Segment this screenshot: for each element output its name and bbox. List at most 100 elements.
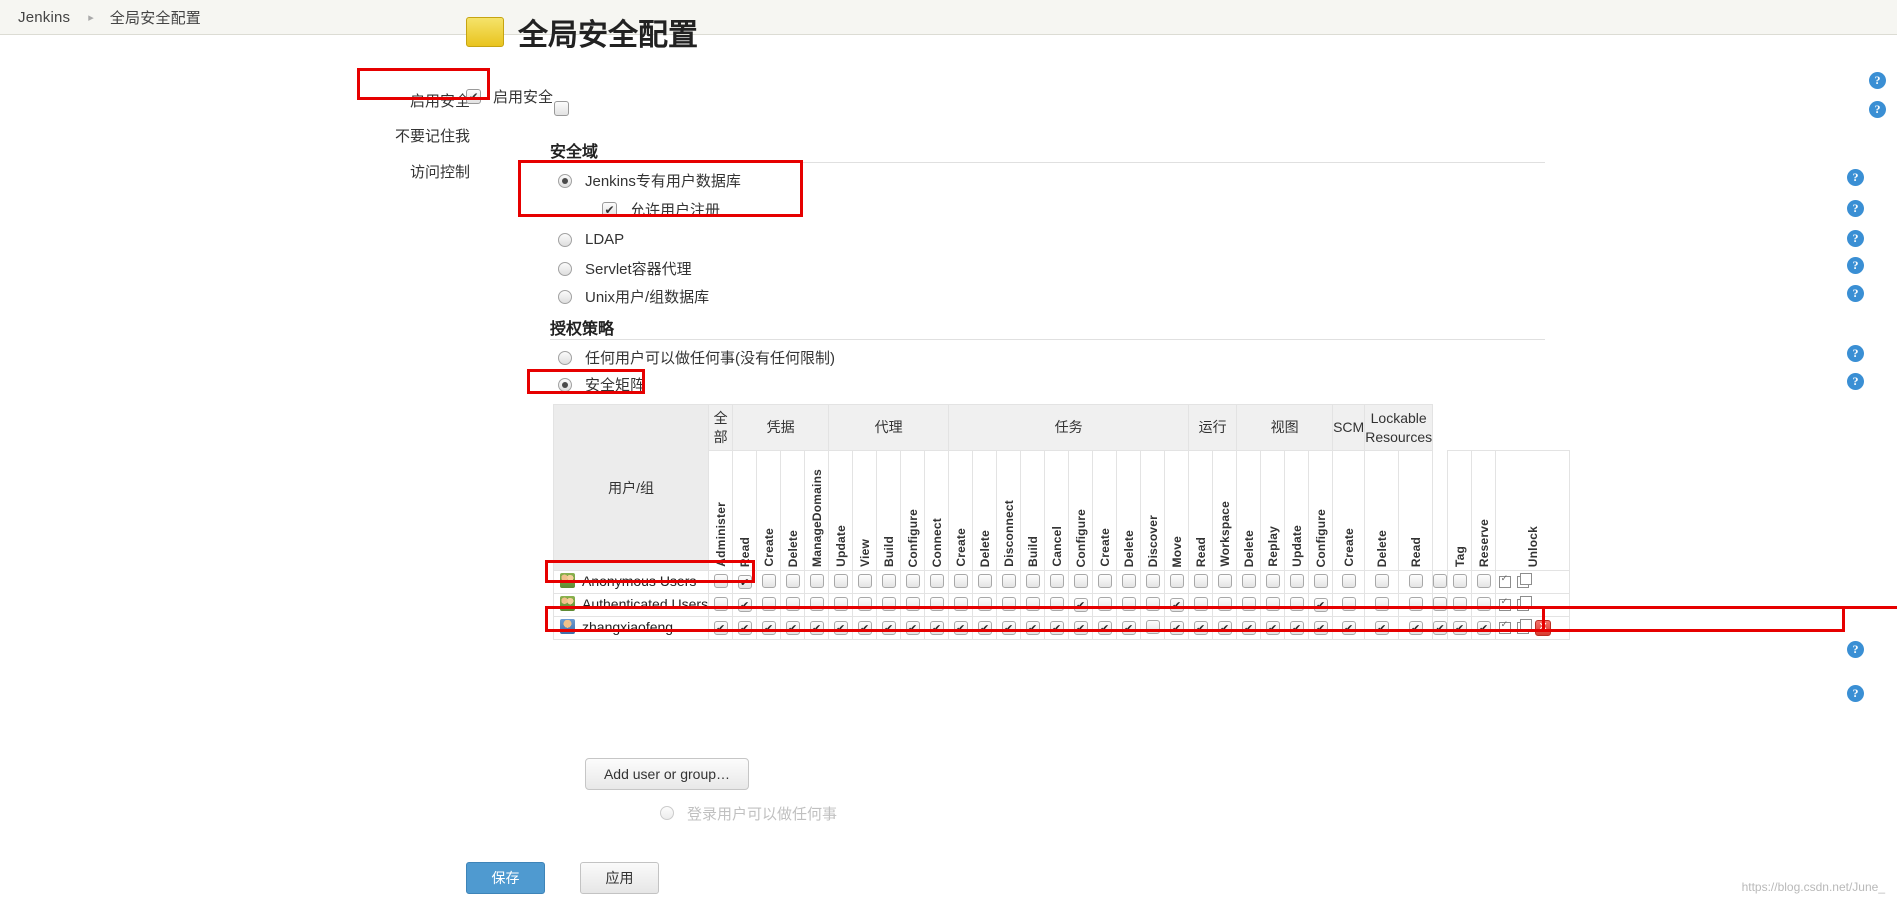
security-realm-option-ldap[interactable]: LDAP — [558, 231, 624, 248]
matrix-cell-1-24[interactable] — [1284, 593, 1310, 617]
do-not-remember-me-checkbox[interactable] — [554, 101, 569, 116]
matrix-checkbox[interactable] — [713, 596, 728, 611]
matrix-cell-0-30[interactable] — [1447, 570, 1473, 594]
authorization-option-logged-in[interactable]: 登录用户可以做任何事 — [660, 805, 837, 821]
matrix-checkbox[interactable] — [1097, 573, 1112, 588]
matrix-cell-0-12[interactable] — [996, 570, 1022, 594]
matrix-cell-0-17[interactable] — [1116, 570, 1142, 594]
matrix-checkbox[interactable] — [1001, 573, 1016, 588]
matrix-checkbox[interactable] — [1193, 596, 1208, 611]
matrix-cell-0-7[interactable] — [876, 570, 902, 594]
matrix-cell-2-21[interactable] — [1212, 616, 1238, 640]
matrix-checkbox[interactable] — [1408, 621, 1423, 636]
matrix-checkbox[interactable] — [1289, 621, 1304, 636]
matrix-cell-2-13[interactable] — [1020, 616, 1046, 640]
matrix-checkbox[interactable] — [785, 596, 800, 611]
matrix-cell-0-27[interactable] — [1364, 570, 1400, 594]
matrix-checkbox[interactable] — [1476, 573, 1491, 588]
matrix-cell-1-8[interactable] — [900, 593, 926, 617]
matrix-checkbox[interactable] — [1433, 573, 1448, 588]
matrix-cell-0-23[interactable] — [1260, 570, 1286, 594]
authorization-option-matrix[interactable]: 安全矩阵 — [558, 374, 645, 395]
matrix-cell-2-19[interactable] — [1164, 616, 1190, 640]
help-icon-4[interactable]: ? — [1847, 200, 1864, 217]
matrix-checkbox[interactable] — [1025, 573, 1040, 588]
help-icon-5[interactable]: ? — [1847, 230, 1864, 247]
check-all-icon[interactable] — [1499, 597, 1514, 612]
radio-unix-user-database[interactable] — [558, 289, 572, 304]
matrix-checkbox[interactable] — [881, 573, 896, 588]
matrix-checkbox[interactable] — [1217, 621, 1232, 636]
matrix-cell-1-21[interactable] — [1212, 593, 1238, 617]
matrix-cell-2-4[interactable] — [804, 616, 830, 640]
matrix-checkbox[interactable] — [1121, 573, 1136, 588]
matrix-checkbox[interactable] — [1121, 596, 1136, 611]
matrix-cell-2-7[interactable] — [876, 616, 902, 640]
matrix-checkbox[interactable] — [953, 573, 968, 588]
security-realm-option-servlet[interactable]: Servlet容器代理 — [558, 258, 692, 279]
matrix-checkbox[interactable] — [929, 621, 944, 636]
radio-jenkins-user-database[interactable] — [558, 173, 572, 188]
matrix-checkbox[interactable] — [1408, 573, 1423, 588]
matrix-cell-0-10[interactable] — [948, 570, 974, 594]
matrix-cell-0-21[interactable] — [1212, 570, 1238, 594]
matrix-checkbox[interactable] — [905, 621, 920, 636]
matrix-checkbox[interactable] — [977, 621, 992, 636]
matrix-cell-0-2[interactable] — [756, 570, 782, 594]
matrix-cell-2-29[interactable] — [1432, 616, 1449, 640]
matrix-checkbox[interactable] — [1433, 596, 1448, 611]
authorization-option-anyone[interactable]: 任何用户可以做任何事(没有任何限制) — [558, 347, 835, 368]
matrix-checkbox[interactable] — [1025, 621, 1040, 636]
matrix-cell-1-29[interactable] — [1432, 593, 1449, 617]
help-icon-7[interactable]: ? — [1847, 285, 1864, 302]
allow-user-signup-checkbox[interactable] — [602, 202, 617, 217]
matrix-cell-0-24[interactable] — [1284, 570, 1310, 594]
matrix-checkbox[interactable] — [1341, 573, 1356, 588]
matrix-cell-0-31[interactable] — [1471, 570, 1497, 594]
matrix-checkbox[interactable] — [1193, 573, 1208, 588]
radio-ldap[interactable] — [558, 232, 572, 247]
matrix-checkbox[interactable] — [1073, 598, 1088, 613]
security-realm-option-unix[interactable]: Unix用户/组数据库 — [558, 286, 709, 307]
matrix-cell-2-5[interactable] — [828, 616, 854, 640]
radio-matrix-based-security[interactable] — [558, 377, 572, 392]
matrix-cell-1-1[interactable] — [732, 593, 758, 617]
matrix-checkbox[interactable] — [1452, 621, 1467, 636]
apply-button[interactable]: 应用 — [580, 862, 659, 894]
add-user-or-group-button[interactable]: Add user or group… — [585, 758, 749, 790]
matrix-checkbox[interactable] — [953, 621, 968, 636]
matrix-cell-1-27[interactable] — [1364, 593, 1400, 617]
matrix-checkbox[interactable] — [809, 621, 824, 636]
breadcrumb-current[interactable]: 全局安全配置 — [110, 7, 201, 28]
matrix-cell-2-14[interactable] — [1044, 616, 1070, 640]
help-icon-8[interactable]: ? — [1847, 345, 1864, 362]
matrix-cell-0-15[interactable] — [1068, 570, 1094, 594]
matrix-checkbox[interactable] — [1313, 621, 1328, 636]
security-realm-option-jenkins-db[interactable]: Jenkins专有用户数据库 — [558, 170, 741, 191]
breadcrumb-root[interactable]: Jenkins — [18, 9, 70, 26]
matrix-cell-2-28[interactable] — [1398, 616, 1434, 640]
matrix-checkbox[interactable] — [1476, 596, 1491, 611]
matrix-cell-1-2[interactable] — [756, 593, 782, 617]
matrix-cell-1-11[interactable] — [972, 593, 998, 617]
matrix-cell-2-6[interactable] — [852, 616, 878, 640]
matrix-checkbox[interactable] — [1049, 573, 1064, 588]
matrix-checkbox[interactable] — [833, 596, 848, 611]
matrix-checkbox[interactable] — [737, 575, 752, 590]
matrix-checkbox[interactable] — [1145, 596, 1160, 611]
matrix-cell-1-7[interactable] — [876, 593, 902, 617]
matrix-cell-0-20[interactable] — [1188, 570, 1214, 594]
matrix-checkbox[interactable] — [881, 596, 896, 611]
matrix-cell-1-14[interactable] — [1044, 593, 1070, 617]
matrix-checkbox[interactable] — [1097, 621, 1112, 636]
matrix-cell-1-16[interactable] — [1092, 593, 1118, 617]
matrix-checkbox[interactable] — [1121, 621, 1136, 636]
matrix-cell-2-16[interactable] — [1092, 616, 1118, 640]
matrix-cell-0-9[interactable] — [924, 570, 950, 594]
matrix-checkbox[interactable] — [1313, 573, 1328, 588]
matrix-checkbox[interactable] — [977, 596, 992, 611]
matrix-checkbox[interactable] — [833, 621, 848, 636]
matrix-cell-1-28[interactable] — [1398, 593, 1434, 617]
matrix-cell-1-6[interactable] — [852, 593, 878, 617]
matrix-cell-0-1[interactable] — [732, 570, 758, 594]
